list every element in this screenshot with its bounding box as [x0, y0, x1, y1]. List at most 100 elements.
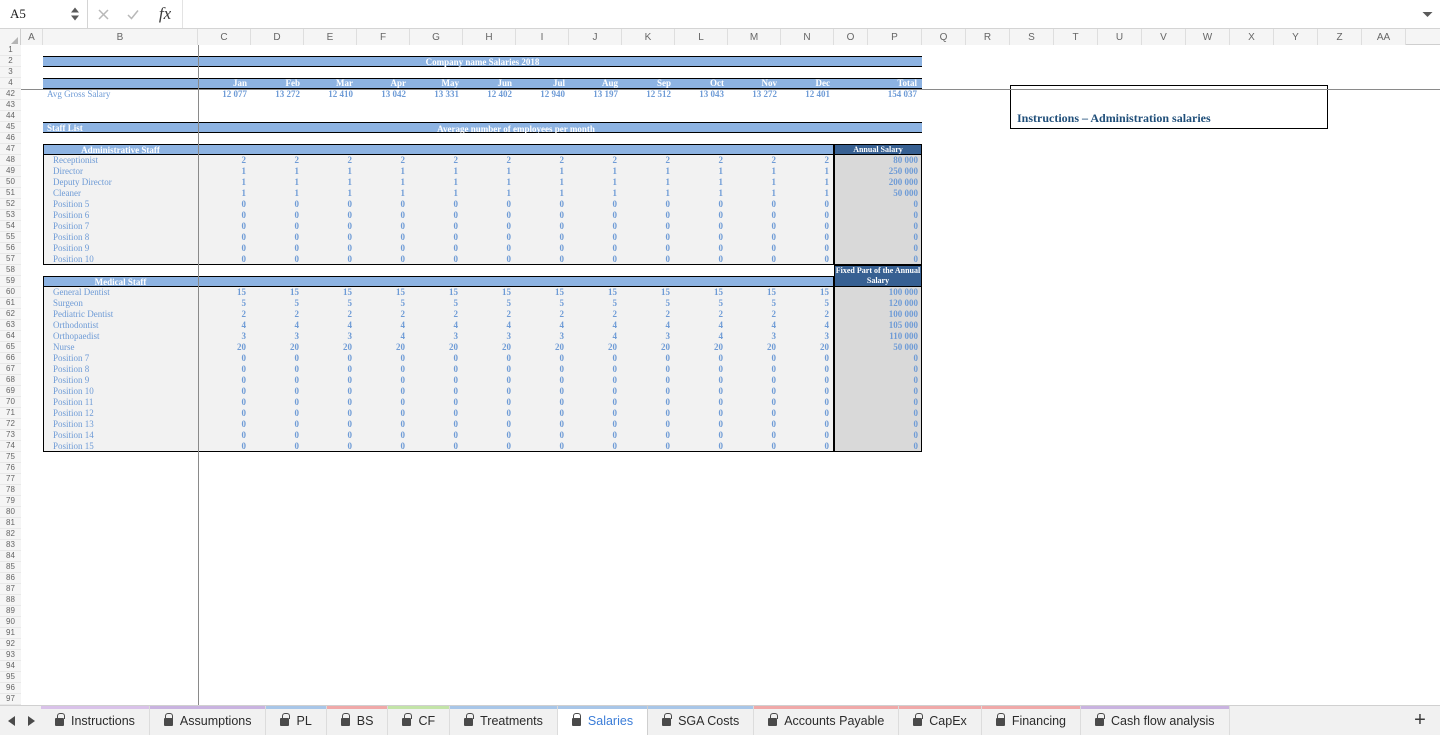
- column-header-N[interactable]: N: [781, 29, 834, 45]
- row-header-67[interactable]: 67: [0, 364, 21, 375]
- column-header-I[interactable]: I: [516, 29, 569, 45]
- column-header-M[interactable]: M: [728, 29, 781, 45]
- column-header-Q[interactable]: Q: [922, 29, 966, 45]
- spinner-up-icon[interactable]: [71, 7, 79, 13]
- row-header-83[interactable]: 83: [0, 540, 21, 551]
- column-header-F[interactable]: F: [357, 29, 410, 45]
- row-header-90[interactable]: 90: [0, 617, 21, 628]
- row-header-3[interactable]: 3: [0, 67, 21, 78]
- sheet-canvas[interactable]: Company name Salaries 2018 Jan Feb Mar Apr Ma…: [21, 45, 1440, 705]
- instructions-textbox[interactable]: Instructions – Administration salaries: [1010, 85, 1328, 129]
- row-header-42[interactable]: 42: [0, 89, 21, 100]
- row-header-89[interactable]: 89: [0, 606, 21, 617]
- row-header-60[interactable]: 60: [0, 287, 21, 298]
- row-header-59[interactable]: 59: [0, 276, 21, 287]
- row-header-75[interactable]: 75: [0, 452, 21, 463]
- column-header-L[interactable]: L: [675, 29, 728, 45]
- row-header-91[interactable]: 91: [0, 628, 21, 639]
- sheet-tab-cf[interactable]: CF: [388, 706, 451, 735]
- row-header-95[interactable]: 95: [0, 672, 21, 683]
- column-header-G[interactable]: G: [410, 29, 463, 45]
- row-header-94[interactable]: 94: [0, 661, 21, 672]
- sheet-tab-treatments[interactable]: Treatments: [450, 706, 558, 735]
- row-header-80[interactable]: 80: [0, 507, 21, 518]
- accept-formula-button[interactable]: [118, 0, 148, 28]
- column-header-W[interactable]: W: [1186, 29, 1230, 45]
- cancel-formula-button[interactable]: [88, 0, 118, 28]
- row-header-72[interactable]: 72: [0, 419, 21, 430]
- expand-formula-bar-button[interactable]: [1414, 0, 1440, 28]
- column-header-U[interactable]: U: [1098, 29, 1142, 45]
- column-header-R[interactable]: R: [966, 29, 1010, 45]
- row-header-74[interactable]: 74: [0, 441, 21, 452]
- sheet-tab-assumptions[interactable]: Assumptions: [149, 706, 267, 735]
- row-header-50[interactable]: 50: [0, 177, 21, 188]
- row-header-69[interactable]: 69: [0, 386, 21, 397]
- row-header-48[interactable]: 48: [0, 155, 21, 166]
- row-header-55[interactable]: 55: [0, 232, 21, 243]
- row-header-46[interactable]: 46: [0, 133, 21, 144]
- row-header-96[interactable]: 96: [0, 683, 21, 694]
- row-header-73[interactable]: 73: [0, 430, 21, 441]
- row-header-44[interactable]: 44: [0, 111, 21, 122]
- column-header-V[interactable]: V: [1142, 29, 1186, 45]
- row-header-77[interactable]: 77: [0, 474, 21, 485]
- formula-input[interactable]: [182, 0, 1414, 28]
- row-header-47[interactable]: 47: [0, 144, 21, 155]
- row-header-78[interactable]: 78: [0, 485, 21, 496]
- row-header-56[interactable]: 56: [0, 243, 21, 254]
- row-header-87[interactable]: 87: [0, 584, 21, 595]
- column-header-J[interactable]: J: [569, 29, 622, 45]
- sheet-tab-bs[interactable]: BS: [326, 706, 389, 735]
- column-header-Y[interactable]: Y: [1274, 29, 1318, 45]
- row-header-58[interactable]: 58: [0, 265, 21, 276]
- row-header-52[interactable]: 52: [0, 199, 21, 210]
- spreadsheet-grid[interactable]: A B C D E F G H I J K L M N O P Q R S T U V W X Y Z AA 1 2 3 4 42 43 44 4…: [0, 29, 1440, 705]
- row-header-92[interactable]: 92: [0, 639, 21, 650]
- name-box-spinner[interactable]: [71, 7, 79, 21]
- row-header-93[interactable]: 93: [0, 650, 21, 661]
- row-header-63[interactable]: 63: [0, 320, 21, 331]
- column-header-S[interactable]: S: [1010, 29, 1054, 45]
- row-header-79[interactable]: 79: [0, 496, 21, 507]
- previous-sheet-icon[interactable]: [8, 715, 15, 726]
- row-header-43[interactable]: 43: [0, 100, 21, 111]
- row-header-61[interactable]: 61: [0, 298, 21, 309]
- row-header-2[interactable]: 2: [0, 56, 21, 67]
- row-header-76[interactable]: 76: [0, 463, 21, 474]
- row-header-81[interactable]: 81: [0, 518, 21, 529]
- column-header-Z[interactable]: Z: [1318, 29, 1362, 45]
- row-header-85[interactable]: 85: [0, 562, 21, 573]
- column-header-T[interactable]: T: [1054, 29, 1098, 45]
- column-header-O[interactable]: O: [834, 29, 868, 45]
- row-header-1[interactable]: 1: [0, 45, 21, 56]
- row-header-97[interactable]: 97: [0, 694, 21, 705]
- next-sheet-icon[interactable]: [28, 715, 35, 726]
- row-header-53[interactable]: 53: [0, 210, 21, 221]
- sheet-tab-salaries[interactable]: Salaries: [557, 706, 649, 735]
- sheet-tab-instructions[interactable]: Instructions: [41, 706, 150, 735]
- row-header-68[interactable]: 68: [0, 375, 21, 386]
- row-header-57[interactable]: 57: [0, 254, 21, 265]
- column-header-AA[interactable]: AA: [1362, 29, 1406, 45]
- column-header-E[interactable]: E: [304, 29, 357, 45]
- row-header-49[interactable]: 49: [0, 166, 21, 177]
- insert-function-button[interactable]: fx: [148, 0, 182, 28]
- column-header-A[interactable]: A: [21, 29, 43, 45]
- column-header-B[interactable]: B: [43, 29, 198, 45]
- spinner-down-icon[interactable]: [71, 15, 79, 21]
- sheet-tabs[interactable]: Instructions Assumptions PL BS CF Treatments S…: [41, 706, 1400, 735]
- column-header-H[interactable]: H: [463, 29, 516, 45]
- column-header-P[interactable]: P: [868, 29, 922, 45]
- row-header-54[interactable]: 54: [0, 221, 21, 232]
- row-header-45[interactable]: 45: [0, 122, 21, 133]
- column-header-K[interactable]: K: [622, 29, 675, 45]
- column-header-C[interactable]: C: [198, 29, 251, 45]
- sheet-nav-arrows[interactable]: [0, 706, 41, 735]
- name-box[interactable]: A5: [0, 0, 88, 28]
- add-sheet-button[interactable]: +: [1400, 706, 1440, 735]
- row-header-4[interactable]: 4: [0, 78, 21, 89]
- row-header-65[interactable]: 65: [0, 342, 21, 353]
- row-header-51[interactable]: 51: [0, 188, 21, 199]
- sheet-tab-accounts-payable[interactable]: Accounts Payable: [754, 706, 900, 735]
